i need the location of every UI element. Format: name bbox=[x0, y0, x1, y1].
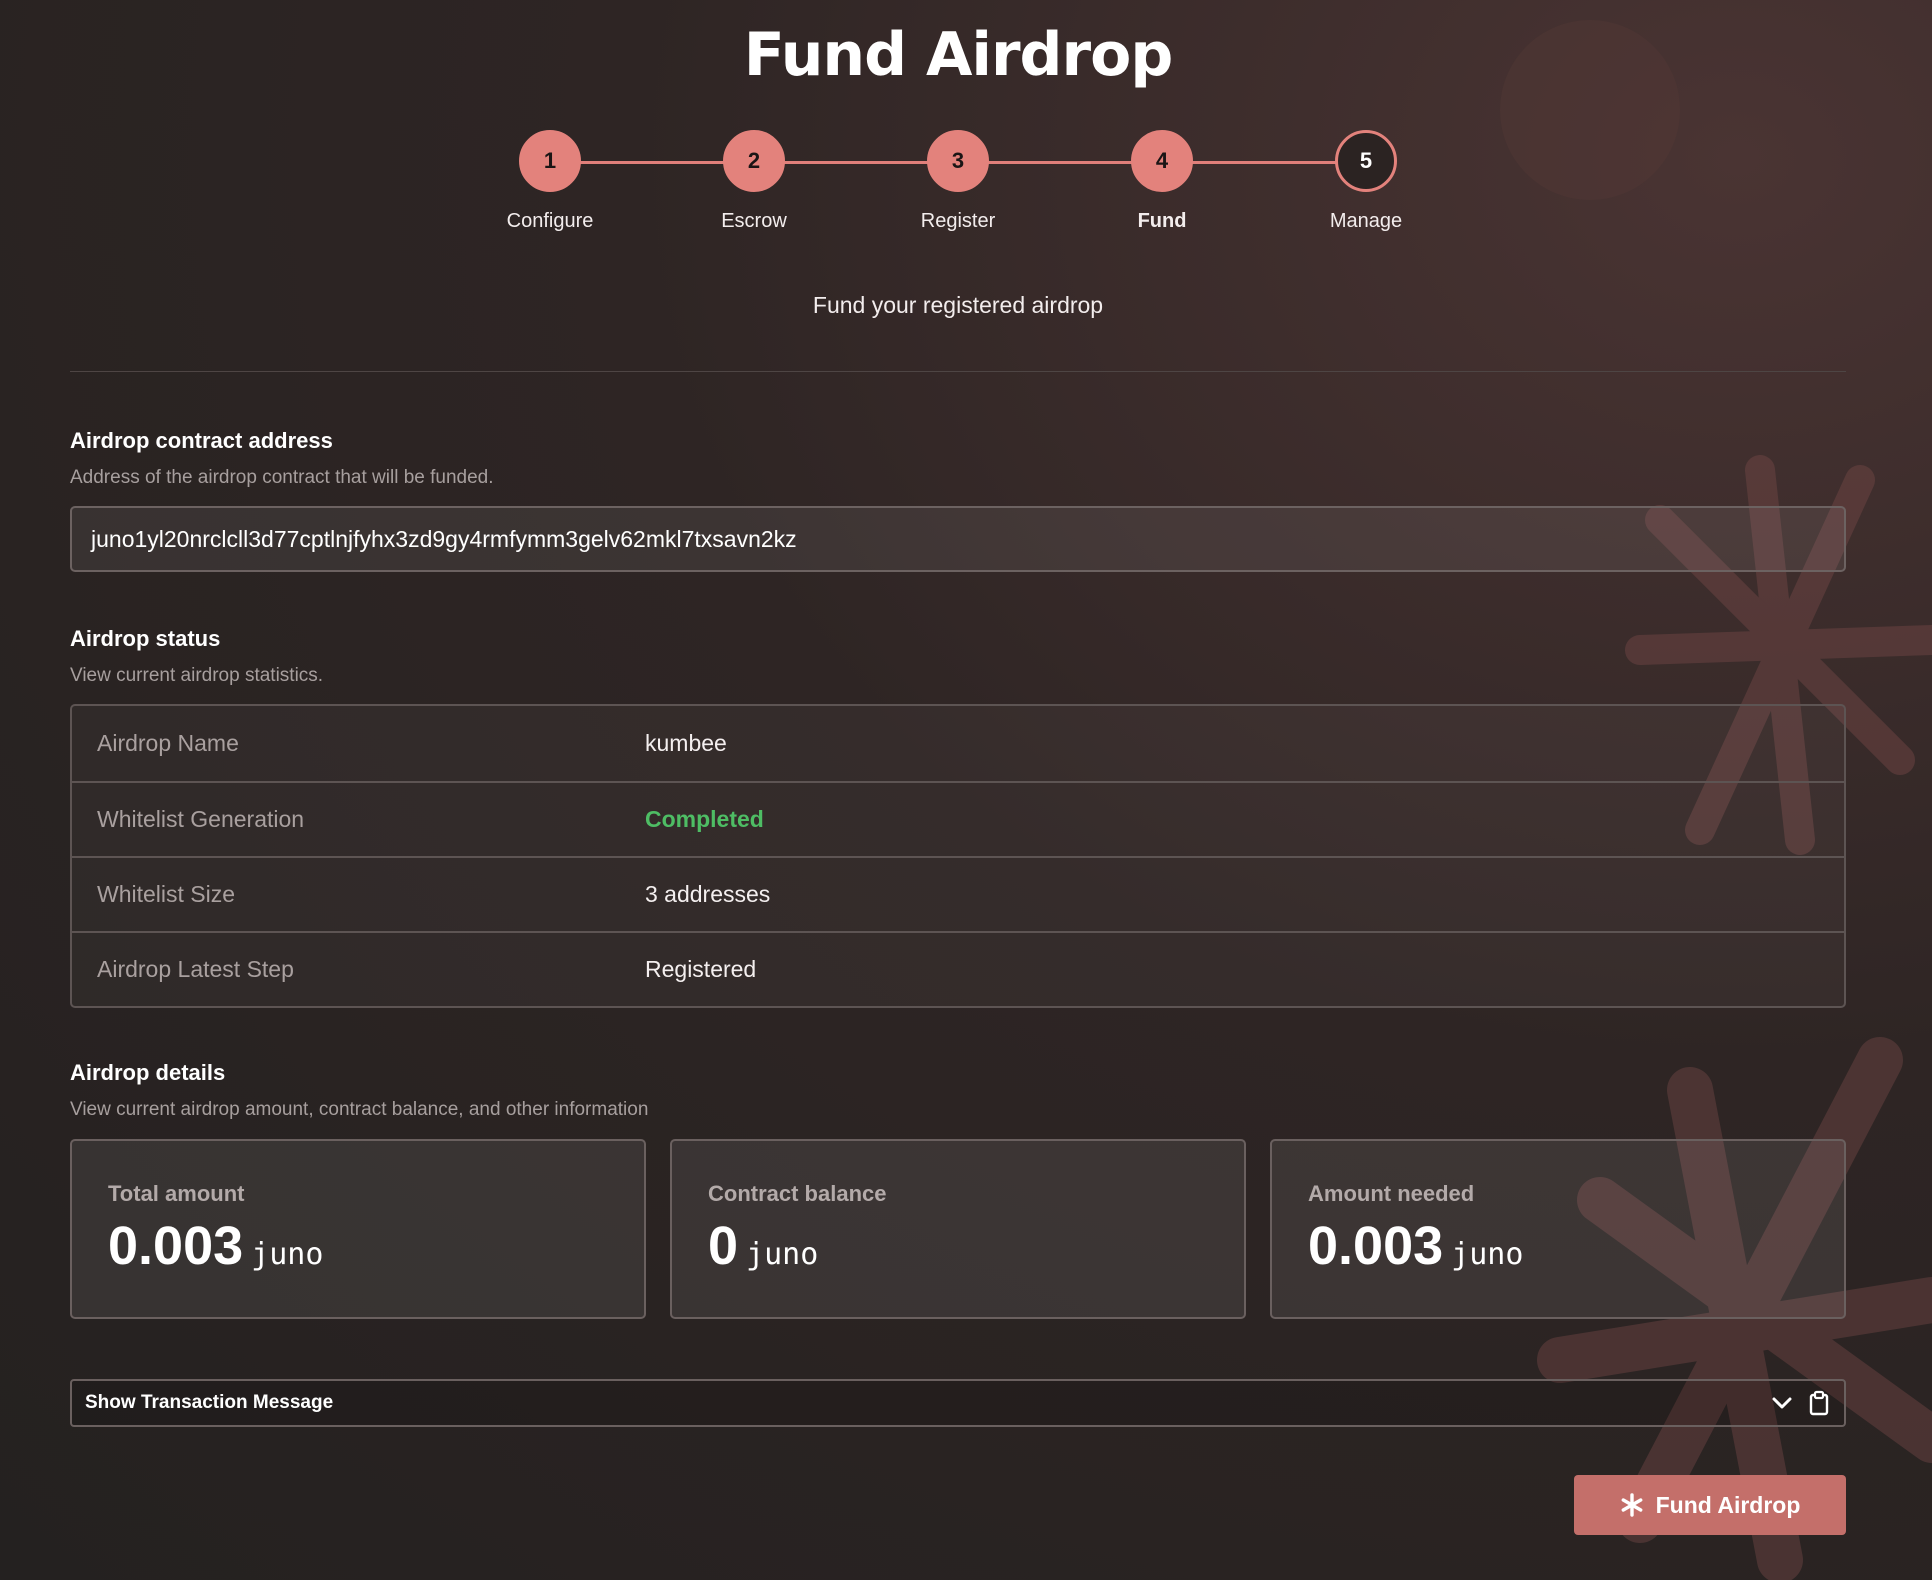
stat-number: 0.003 bbox=[1308, 1216, 1444, 1276]
airdrop-status-description: View current airdrop statistics. bbox=[70, 665, 324, 686]
stat-label: Total amount bbox=[108, 1181, 245, 1206]
progress-stepper: 1 Configure 2 Escrow 3 Register 4 Fund 5… bbox=[70, 130, 1846, 240]
stat-card-contract-balance: Contract balance 0 juno bbox=[670, 1139, 1246, 1319]
airdrop-status-title: Airdrop status bbox=[70, 626, 221, 651]
status-key: Airdrop Name bbox=[97, 730, 239, 756]
step-manage[interactable]: 5 Manage bbox=[1281, 130, 1451, 233]
transaction-message-actions bbox=[1770, 1390, 1844, 1416]
stat-unit: juno bbox=[1451, 1237, 1524, 1272]
stat-value: 0.003 juno bbox=[1308, 1215, 1808, 1277]
clipboard-icon[interactable] bbox=[1808, 1390, 1830, 1416]
stat-card-total-amount: Total amount 0.003 juno bbox=[70, 1139, 646, 1319]
status-value: Registered bbox=[645, 956, 757, 982]
stat-value: 0 juno bbox=[708, 1215, 1208, 1277]
status-row-latest-step: Airdrop Latest Step Registered bbox=[72, 931, 1844, 1006]
airdrop-status-table: Airdrop Name kumbee Whitelist Generation… bbox=[70, 704, 1846, 1008]
stat-unit: juno bbox=[746, 1237, 819, 1272]
step-number-badge: 5 bbox=[1335, 130, 1397, 192]
stat-value: 0.003 juno bbox=[108, 1215, 608, 1277]
fund-airdrop-page: Fund Airdrop 1 Configure 2 Escrow 3 Regi… bbox=[70, 0, 1846, 1580]
step-number-badge: 1 bbox=[519, 130, 581, 192]
asterisk-icon bbox=[1621, 1493, 1642, 1517]
page-subtitle: Fund your registered airdrop bbox=[812, 292, 1104, 318]
step-label: Escrow bbox=[721, 210, 787, 232]
status-value: kumbee bbox=[645, 730, 727, 756]
step-label: Fund bbox=[1137, 210, 1187, 232]
airdrop-details-description: View current airdrop amount, contract ba… bbox=[70, 1099, 649, 1120]
status-row-whitelist-generation: Whitelist Generation Completed bbox=[72, 781, 1844, 856]
step-fund[interactable]: 4 Fund bbox=[1077, 130, 1247, 233]
step-configure[interactable]: 1 Configure bbox=[465, 130, 635, 233]
step-number-badge: 2 bbox=[723, 130, 785, 192]
status-key: Airdrop Latest Step bbox=[97, 956, 294, 982]
stat-number: 0 bbox=[708, 1216, 739, 1276]
chevron-down-icon[interactable] bbox=[1770, 1391, 1794, 1415]
step-label: Manage bbox=[1329, 210, 1403, 232]
status-row-whitelist-size: Whitelist Size 3 addresses bbox=[72, 856, 1844, 931]
step-number-badge: 3 bbox=[927, 130, 989, 192]
status-key: Whitelist Size bbox=[97, 881, 236, 907]
page-title: Fund Airdrop bbox=[743, 20, 1174, 90]
stat-card-amount-needed: Amount needed 0.003 juno bbox=[1270, 1139, 1846, 1319]
fund-airdrop-button[interactable]: Fund Airdrop bbox=[1574, 1475, 1846, 1535]
step-label: Register bbox=[920, 210, 996, 232]
stat-number: 0.003 bbox=[108, 1216, 244, 1276]
contract-address-description: Address of the airdrop contract that wil… bbox=[70, 467, 494, 488]
airdrop-stats: Total amount 0.003 juno Contract balance … bbox=[70, 1139, 1846, 1319]
transaction-message-toggle[interactable]: Show Transaction Message bbox=[70, 1379, 1846, 1427]
stat-unit: juno bbox=[251, 1237, 324, 1272]
step-label: Configure bbox=[506, 210, 594, 232]
status-key: Whitelist Generation bbox=[97, 806, 305, 832]
fund-airdrop-button-label: Fund Airdrop bbox=[1655, 1491, 1801, 1518]
status-badge: Completed bbox=[645, 806, 764, 832]
stat-label: Contract balance bbox=[708, 1181, 887, 1206]
status-row-airdrop-name: Airdrop Name kumbee bbox=[72, 706, 1844, 781]
contract-address-value: juno1yl20nrclcll3d77cptlnjfyhx3zd9gy4rmf… bbox=[91, 525, 797, 552]
airdrop-details-title: Airdrop details bbox=[70, 1060, 226, 1085]
stat-label: Amount needed bbox=[1308, 1181, 1475, 1206]
contract-address-title: Airdrop contract address bbox=[70, 428, 333, 453]
transaction-message-label: Show Transaction Message bbox=[85, 1392, 334, 1413]
step-number-badge: 4 bbox=[1131, 130, 1193, 192]
contract-address-input[interactable]: juno1yl20nrclcll3d77cptlnjfyhx3zd9gy4rmf… bbox=[70, 506, 1846, 572]
step-register[interactable]: 3 Register bbox=[873, 130, 1043, 233]
step-escrow[interactable]: 2 Escrow bbox=[669, 130, 839, 233]
status-value: 3 addresses bbox=[645, 881, 771, 907]
section-divider bbox=[70, 371, 1846, 372]
